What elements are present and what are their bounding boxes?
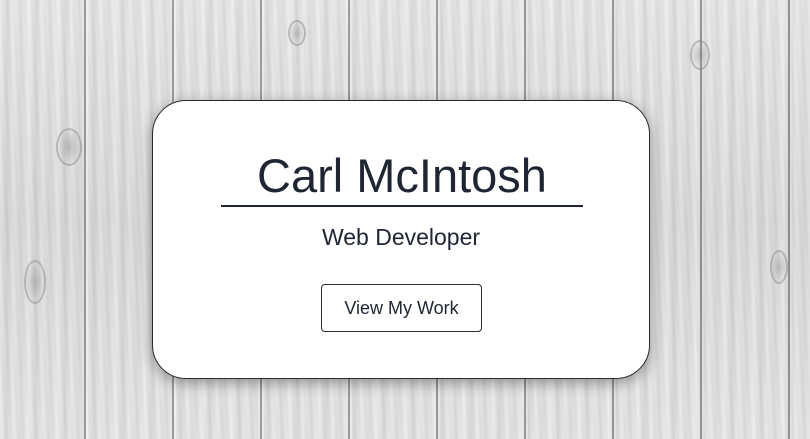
wood-knot xyxy=(288,20,306,46)
view-my-work-button[interactable]: View My Work xyxy=(321,284,482,332)
wood-knot xyxy=(770,250,788,284)
profile-name: Carl McIntosh xyxy=(221,147,583,207)
profile-card: Carl McIntosh Web Developer View My Work xyxy=(152,100,650,379)
wood-knot xyxy=(690,40,710,70)
wood-knot xyxy=(56,128,82,166)
profile-title: Web Developer xyxy=(321,224,481,250)
wood-knot xyxy=(24,260,46,304)
